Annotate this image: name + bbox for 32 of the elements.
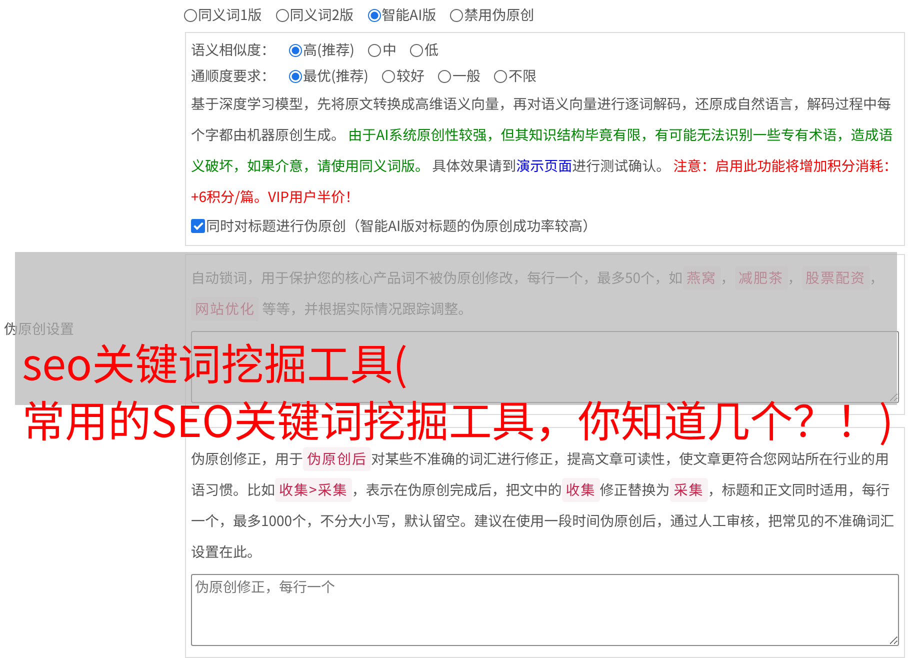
radio-button[interactable]	[450, 8, 464, 22]
banner-title: seo关键词挖掘工具(	[22, 337, 408, 387]
radio-button[interactable]	[368, 8, 381, 22]
option-text[interactable]: 一般	[452, 66, 480, 86]
radio-button[interactable]	[276, 8, 289, 22]
radio-button[interactable]	[289, 70, 302, 82]
option-text[interactable]: 不限	[508, 66, 536, 86]
radio-button[interactable]	[438, 70, 452, 82]
mode-label[interactable]: 同义词1版	[198, 5, 262, 25]
option-text[interactable]: 低	[424, 40, 438, 60]
radio-button[interactable]	[494, 70, 508, 82]
checkbox-label[interactable]: 同时对标题进行伪原创（智能AI版对标题的伪原创成功率较高）	[206, 216, 597, 236]
banner-title: 常用的SEO关键词挖掘工具，你知道几个？！)	[22, 394, 894, 444]
radio-button[interactable]	[382, 70, 396, 82]
option-label: 语义相似度：	[191, 40, 275, 60]
radio-button[interactable]	[184, 8, 197, 22]
option-text[interactable]: 高(推荐)	[303, 40, 354, 60]
radio-button[interactable]	[368, 44, 382, 56]
mode-label[interactable]: 同义词2版	[290, 5, 354, 25]
radio-button[interactable]	[410, 44, 424, 56]
checkbox[interactable]	[191, 219, 205, 233]
demo-link[interactable]: 演示页面	[516, 156, 572, 176]
option-text[interactable]: 较好	[396, 66, 424, 86]
corrections-description: 伪原创修正，用于 伪原创后 对某些不准确的词汇进行修正，提高文章可读性，使文章更符合您网站所在行业的用语习惯。比如 收集>采集 ，表示在伪原创完成后，把文中的 收集 修正替换为 采集 ，标题和正文同时适用，每行一个，最多1000个，不分大小写，默认留空。建议在使用一段时间伪原创后，通过人工审核，把常见的不准确词汇设置在此。	[191, 446, 896, 564]
mode-label[interactable]: 禁用伪原创	[464, 5, 534, 25]
option-label: 通顺度要求：	[191, 66, 275, 86]
ai-description: 基于深度学习模型，先将原文转换成高维语义向量，再对语义向量进行逐词解码，还原成自然语言，解码过程中每个字都由机器原创生成。 由于AI系统原创性较强，但其知识结构毕竟有限，有可能无法识别一些专有术语，造成语义破坏，如果介意，请使用同义词版。 具体效果请到演示页面进行测试确认。 注意：启用此功能将增加积分消耗：+6积分/篇。VIP用户半价！	[191, 93, 898, 209]
mode-label[interactable]: 智能AI版	[382, 5, 436, 25]
corrections-field[interactable]: 伪原创修正，每行一个	[191, 574, 899, 646]
radio-button[interactable]	[289, 44, 302, 56]
option-text[interactable]: 中	[382, 40, 396, 60]
option-text[interactable]: 最优(推荐)	[303, 66, 368, 86]
